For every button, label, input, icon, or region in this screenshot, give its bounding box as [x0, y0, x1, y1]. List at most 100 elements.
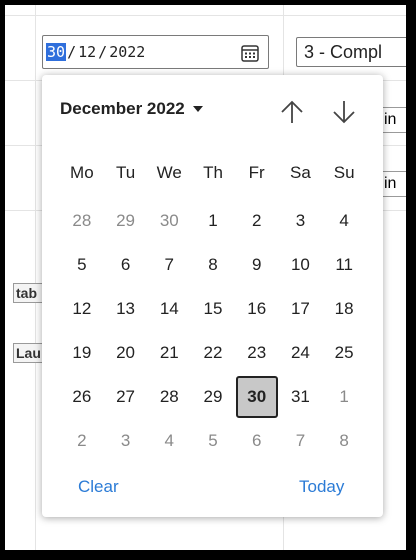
weekday-label: Fr: [248, 163, 265, 182]
day-cell[interactable]: 18: [322, 287, 366, 331]
day-cell[interactable]: 28: [60, 199, 104, 243]
day-grid: 28 29 30 1 2 3 4 5 6 7 8 9 10 11 12 13 14 15 16 17 18 19 20 21 2…: [60, 199, 366, 463]
day-cell[interactable]: 12: [60, 287, 104, 331]
row-field[interactable]: in: [380, 171, 406, 197]
calendar-icon[interactable]: [240, 43, 260, 63]
day-label: 3: [120, 431, 131, 450]
month-year-label: December 2022: [60, 99, 185, 118]
day-cell[interactable]: 20: [104, 331, 148, 375]
day-cell[interactable]: 15: [191, 287, 235, 331]
clear-button[interactable]: Clear: [78, 477, 119, 497]
day-label: 27: [116, 387, 136, 406]
day-cell[interactable]: 19: [60, 331, 104, 375]
date-field[interactable]: 30/12/2022: [42, 35, 269, 69]
day-cell[interactable]: 9: [235, 243, 279, 287]
weekday-label: We: [156, 163, 182, 182]
day-label: 8: [339, 431, 349, 450]
day-cell[interactable]: 21: [147, 331, 191, 375]
weekday-label: Mo: [70, 163, 94, 182]
day-label: 17: [290, 299, 310, 318]
day-label: 30: [235, 376, 278, 418]
day-label: 13: [116, 299, 136, 318]
day-cell[interactable]: 2: [60, 419, 104, 463]
day-cell[interactable]: 31: [279, 375, 323, 419]
day-cell[interactable]: 14: [147, 287, 191, 331]
day-cell[interactable]: 29: [191, 375, 235, 419]
status-select[interactable]: 3 - Compl: [296, 37, 406, 67]
day-cell[interactable]: 4: [322, 199, 366, 243]
day-cell[interactable]: 28: [147, 375, 191, 419]
day-cell[interactable]: 6: [104, 243, 148, 287]
day-cell[interactable]: 13: [104, 287, 148, 331]
day-cell[interactable]: 7: [147, 243, 191, 287]
day-cell[interactable]: 8: [191, 243, 235, 287]
day-cell[interactable]: 23: [235, 331, 279, 375]
day-label: 26: [72, 387, 92, 406]
grid-line: [5, 15, 406, 16]
day-cell[interactable]: 30: [147, 199, 191, 243]
arrow-up-icon[interactable]: [279, 99, 305, 125]
day-label: 4: [339, 211, 349, 230]
day-label: 15: [203, 299, 223, 318]
day-label: 30: [159, 211, 179, 230]
month-year-selector[interactable]: December 2022: [60, 99, 203, 119]
day-cell[interactable]: 24: [279, 331, 323, 375]
day-cell[interactable]: 25: [322, 331, 366, 375]
day-label: 10: [290, 255, 310, 274]
today-button[interactable]: Today: [299, 477, 344, 497]
date-separator: /: [67, 43, 77, 61]
day-label: 11: [335, 255, 353, 274]
day-cell[interactable]: 22: [191, 331, 235, 375]
day-cell-selected[interactable]: 30: [235, 375, 279, 419]
day-cell[interactable]: 26: [60, 375, 104, 419]
grid-line: [35, 5, 36, 550]
day-label: 6: [251, 431, 262, 450]
weekday-header: Mo Tu We Th Fr Sa Su: [60, 163, 366, 183]
day-label: 12: [72, 299, 92, 318]
day-label: 29: [203, 387, 223, 406]
day-cell[interactable]: 4: [147, 419, 191, 463]
day-cell[interactable]: 5: [191, 419, 235, 463]
day-label: 2: [251, 211, 262, 230]
weekday-label: Th: [203, 163, 223, 182]
date-picker-popup: December 2022 Mo Tu We Th Fr Sa Su 28 29 3…: [42, 75, 383, 517]
day-cell[interactable]: 11: [322, 243, 366, 287]
day-cell[interactable]: 16: [235, 287, 279, 331]
day-label: 18: [334, 299, 354, 318]
day-label: 28: [72, 211, 92, 230]
weekday-label: Sa: [290, 163, 311, 182]
date-month-segment[interactable]: 12: [77, 43, 97, 61]
day-label: 5: [77, 255, 87, 274]
day-cell[interactable]: 8: [322, 419, 366, 463]
day-label: 6: [120, 255, 131, 274]
day-cell[interactable]: 27: [104, 375, 148, 419]
day-cell[interactable]: 3: [279, 199, 323, 243]
date-day-segment[interactable]: 30: [46, 43, 67, 61]
day-label: 1: [208, 211, 218, 230]
day-cell[interactable]: 7: [279, 419, 323, 463]
day-label: 7: [164, 255, 175, 274]
date-year-segment[interactable]: 2022: [108, 43, 146, 61]
day-cell[interactable]: 6: [235, 419, 279, 463]
day-label: 21: [159, 343, 179, 362]
day-label: 25: [334, 343, 354, 362]
caret-down-icon: [192, 106, 203, 112]
day-cell[interactable]: 29: [104, 199, 148, 243]
day-cell[interactable]: 1: [191, 199, 235, 243]
day-cell[interactable]: 1: [322, 375, 366, 419]
day-label: 3: [295, 211, 306, 230]
day-label: 20: [116, 343, 136, 362]
day-cell[interactable]: 3: [104, 419, 148, 463]
day-label: 14: [159, 299, 179, 318]
day-label: 23: [247, 343, 267, 362]
date-separator: /: [98, 43, 108, 61]
day-cell[interactable]: 10: [279, 243, 323, 287]
arrow-down-icon[interactable]: [331, 99, 357, 125]
day-cell[interactable]: 5: [60, 243, 104, 287]
day-cell[interactable]: 2: [235, 199, 279, 243]
row-field[interactable]: in: [380, 107, 406, 133]
day-label: 2: [77, 431, 87, 450]
day-label: 4: [164, 431, 175, 450]
day-cell[interactable]: 17: [279, 287, 323, 331]
day-label: 19: [72, 343, 92, 362]
